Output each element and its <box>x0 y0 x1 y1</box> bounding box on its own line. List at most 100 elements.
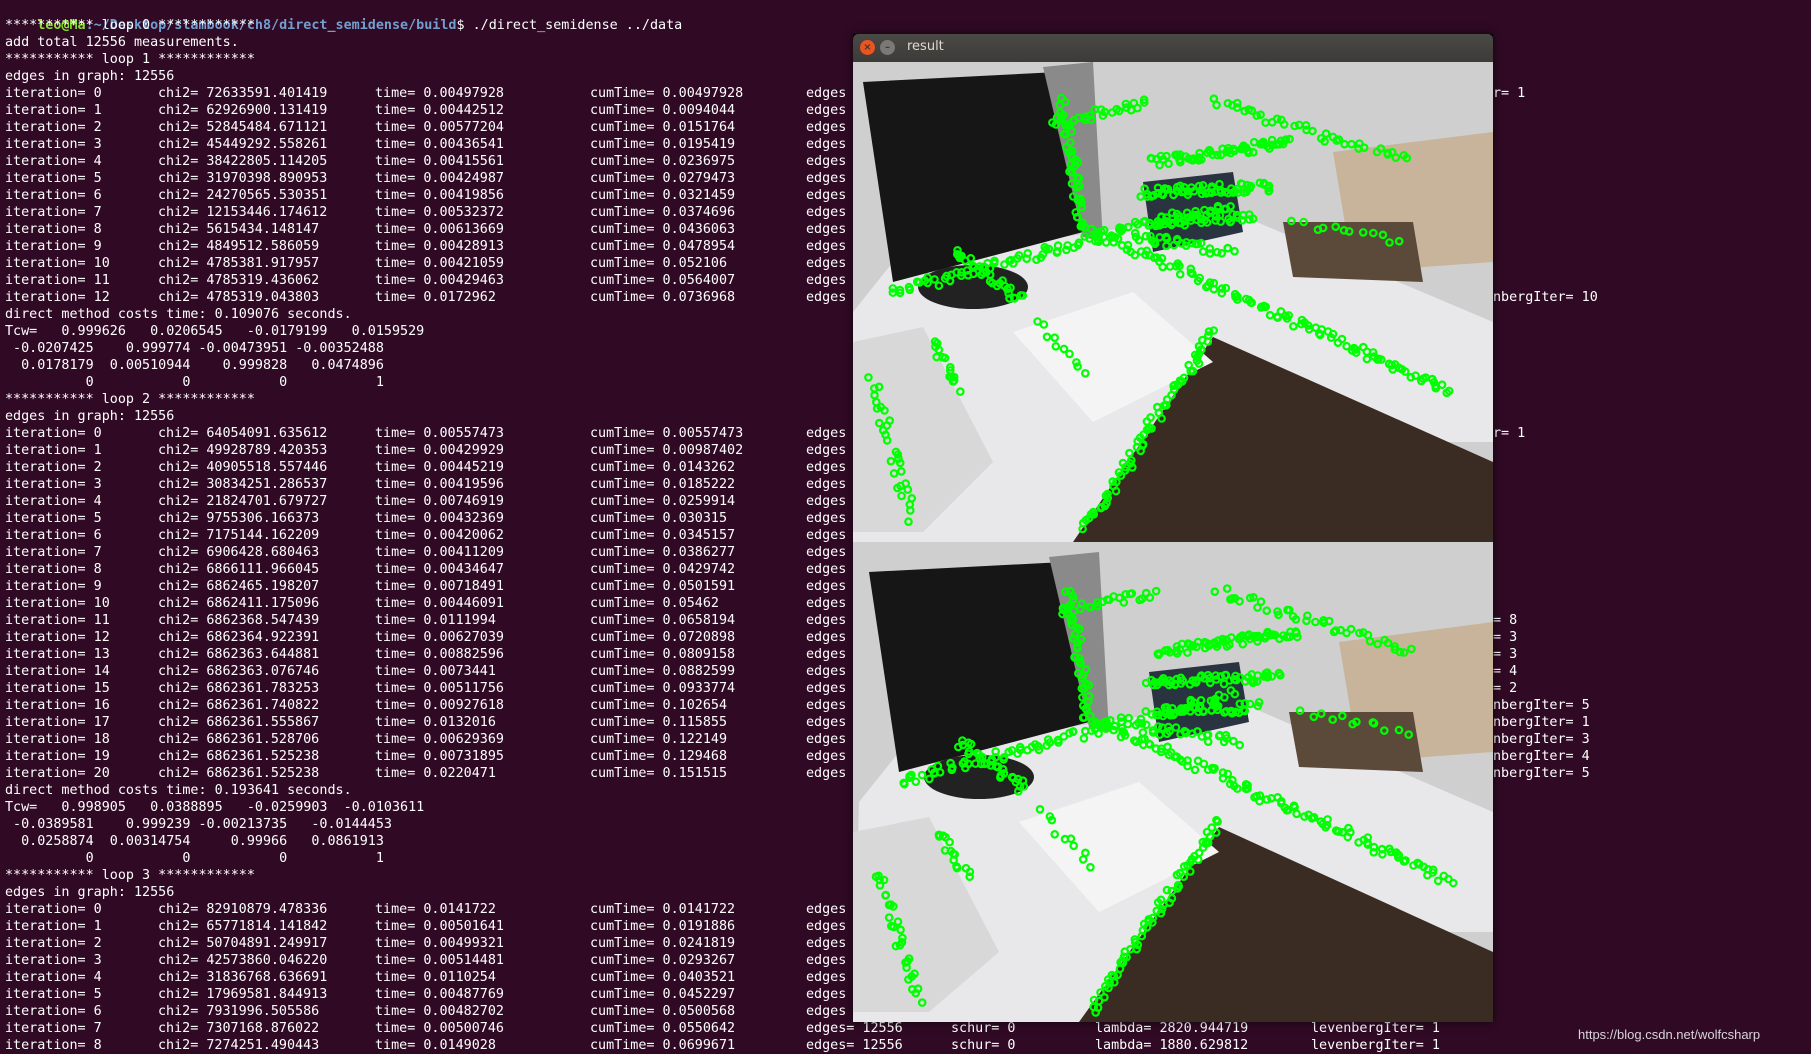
close-icon[interactable]: × <box>860 40 875 55</box>
col-cum: cumTime= 0.0564007 <box>590 273 736 288</box>
col-time: time= 0.00577204 <box>375 120 504 135</box>
col-it: iteration= 7 <box>5 545 102 560</box>
col-chi2: chi2= 31836768.636691 <box>158 970 328 985</box>
col-it: iteration= 10 <box>5 596 110 611</box>
col-cum: cumTime= 0.102654 <box>590 698 728 713</box>
col-edges: edges <box>806 171 847 186</box>
terminal-line: *********** loop 3 ************ <box>5 868 255 883</box>
terminal-line: -0.0389581 0.999239 -0.00213735 -0.01444… <box>5 817 392 832</box>
col-cum: cumTime= 0.0094044 <box>590 103 736 118</box>
result-window[interactable]: × – result <box>853 34 1493 1022</box>
col-cum: cumTime= 0.0293267 <box>590 953 736 968</box>
col-it: iteration= 4 <box>5 970 102 985</box>
col-edges: edges <box>806 511 847 526</box>
prompt-command: $ ./direct_semidense ../data <box>456 18 683 33</box>
col-it: iteration= 20 <box>5 766 110 781</box>
col-chi2: chi2= 4785319.436062 <box>158 273 320 288</box>
col-time: time= 0.0073441 <box>375 664 496 679</box>
col-cum: cumTime= 0.0429742 <box>590 562 736 577</box>
col-time: time= 0.0132016 <box>375 715 496 730</box>
col-chi2: chi2= 6862361.783253 <box>158 681 320 696</box>
col-it: iteration= 8 <box>5 562 102 577</box>
col-chi2: chi2= 52845484.671121 <box>158 120 328 135</box>
col-cum: cumTime= 0.0151764 <box>590 120 736 135</box>
terminal-line: -0.0207425 0.999774 -0.00473951 -0.00352… <box>5 341 384 356</box>
col-time: time= 0.00731895 <box>375 749 504 764</box>
terminal-line: direct method costs time: 0.109076 secon… <box>5 307 352 322</box>
col-tail: nbergIter= 1 <box>1493 715 1590 730</box>
col-it: iteration= 11 <box>5 613 110 628</box>
minimize-icon[interactable]: – <box>880 40 895 55</box>
col-it: iteration= 2 <box>5 936 102 951</box>
terminal-line: edges in graph: 12556 <box>5 69 175 84</box>
col-time: time= 0.00434647 <box>375 562 504 577</box>
col-chi2: chi2= 17969581.844913 <box>158 987 328 1002</box>
col-time: time= 0.00432369 <box>375 511 504 526</box>
col-time: time= 0.00532372 <box>375 205 504 220</box>
col-cum: cumTime= 0.0699671 <box>590 1038 736 1053</box>
col-edges: edges <box>806 970 847 985</box>
col-time: time= 0.00429463 <box>375 273 504 288</box>
col-it: iteration= 8 <box>5 1038 102 1053</box>
col-cum: cumTime= 0.0720898 <box>590 630 736 645</box>
col-it: iteration= 5 <box>5 171 102 186</box>
col-cum: cumTime= 0.0550642 <box>590 1021 736 1036</box>
col-time: time= 0.00436541 <box>375 137 504 152</box>
col-edges: edges <box>806 86 847 101</box>
col-edges: edges <box>806 681 847 696</box>
col-chi2: chi2= 6862364.922391 <box>158 630 320 645</box>
col-tail: = 3 <box>1493 647 1518 662</box>
col-time: time= 0.00501641 <box>375 919 504 934</box>
col-time: time= 0.00557473 <box>375 426 504 441</box>
col-chi2: chi2= 64054091.635612 <box>158 426 328 441</box>
col-tail: nbergIter= 4 <box>1493 749 1590 764</box>
col-it: iteration= 13 <box>5 647 110 662</box>
col-lambda: lambda= 1880.629812 <box>1095 1038 1249 1053</box>
col-time: time= 0.00420062 <box>375 528 504 543</box>
col-chi2: chi2= 6862363.644881 <box>158 647 320 662</box>
col-edges: edges <box>806 715 847 730</box>
col-cum: cumTime= 0.0279473 <box>590 171 736 186</box>
col-it: iteration= 19 <box>5 749 110 764</box>
col-chi2: chi2= 7175144.162209 <box>158 528 320 543</box>
col-it: iteration= 4 <box>5 154 102 169</box>
col-edges: edges <box>806 664 847 679</box>
col-chi2: chi2= 6862465.198207 <box>158 579 320 594</box>
col-cum: cumTime= 0.0452297 <box>590 987 736 1002</box>
terminal-line: 0 0 0 1 <box>5 375 384 390</box>
col-chi2: chi2= 6862368.547439 <box>158 613 320 628</box>
window-title: result <box>907 39 944 54</box>
col-cum: cumTime= 0.0500568 <box>590 1004 736 1019</box>
col-chi2: chi2= 42573860.046220 <box>158 953 328 968</box>
col-it: iteration= 0 <box>5 426 102 441</box>
col-it: iteration= 6 <box>5 528 102 543</box>
col-edges: edges <box>806 596 847 611</box>
col-cum: cumTime= 0.0236975 <box>590 154 736 169</box>
col-cum: cumTime= 0.0374696 <box>590 205 736 220</box>
col-cum: cumTime= 0.0241819 <box>590 936 736 951</box>
col-edges: edges <box>806 936 847 951</box>
col-time: time= 0.0220471 <box>375 766 496 781</box>
col-edges: edges <box>806 698 847 713</box>
col-it: iteration= 5 <box>5 987 102 1002</box>
col-cum: cumTime= 0.0403521 <box>590 970 736 985</box>
col-chi2: chi2= 21824701.679727 <box>158 494 328 509</box>
window-titlebar[interactable]: × – result <box>853 34 1493 62</box>
col-chi2: chi2= 6862363.076746 <box>158 664 320 679</box>
col-edges: edges <box>806 647 847 662</box>
col-it: iteration= 11 <box>5 273 110 288</box>
col-it: iteration= 16 <box>5 698 110 713</box>
col-chi2: chi2= 24270565.530351 <box>158 188 328 203</box>
col-time: time= 0.00882596 <box>375 647 504 662</box>
col-cum: cumTime= 0.0882599 <box>590 664 736 679</box>
col-cum: cumTime= 0.0185222 <box>590 477 736 492</box>
col-it: iteration= 0 <box>5 86 102 101</box>
col-lev: levenbergIter= 1 <box>1311 1021 1440 1036</box>
col-it: iteration= 3 <box>5 477 102 492</box>
terminal-line: *********** loop 0 ************ <box>5 18 255 33</box>
col-time: time= 0.00927618 <box>375 698 504 713</box>
col-chi2: chi2= 9755306.166373 <box>158 511 320 526</box>
col-edges: edges <box>806 902 847 917</box>
col-edges: edges <box>806 630 847 645</box>
col-it: iteration= 1 <box>5 103 102 118</box>
